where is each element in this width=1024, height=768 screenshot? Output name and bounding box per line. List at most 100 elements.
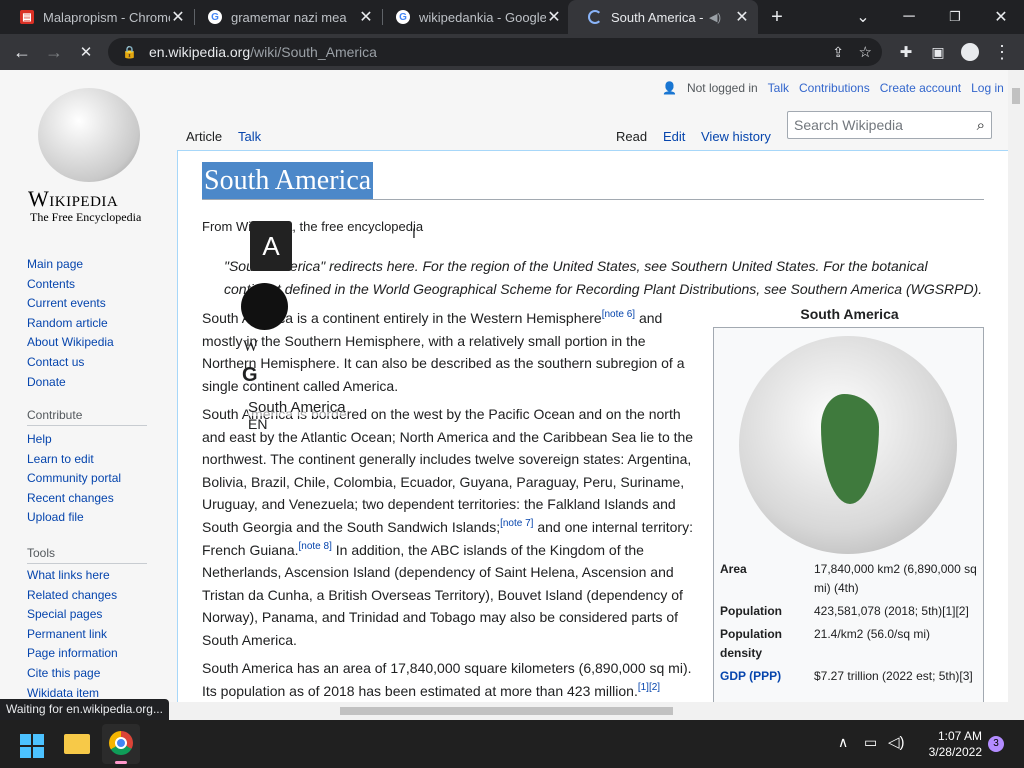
google-g-icon[interactable]: G [242,364,258,387]
share-icon[interactable]: ⇪ [832,44,844,61]
infobox-value: $7.27 trillion (2022 est; 5th)[3] [814,669,973,683]
sidebar-link[interactable]: Current events [27,294,114,314]
create-account-link[interactable]: Create account [880,81,961,95]
volume-icon[interactable]: ◁) [888,733,905,751]
forward-icon[interactable]: → [40,38,68,66]
chrome-taskbar-button[interactable] [102,724,140,764]
tab-article[interactable]: Article [186,129,222,144]
sidebar-link[interactable]: Related changes [27,586,118,606]
speaker-icon[interactable]: ◀) [704,11,726,24]
wikipedia-w-icon[interactable]: W [243,338,258,356]
logo-wordmark: Wikipedia [28,186,119,211]
chevron-up-icon[interactable]: ∧ [838,734,848,751]
sidebar-link[interactable]: About Wikipedia [27,333,114,353]
tab-south-america[interactable]: South America - W ◀) ✕ [568,0,758,34]
scroll-thumb[interactable] [1012,88,1020,104]
sidebar-link[interactable]: Recent changes [27,489,121,509]
tab-view-history[interactable]: View history [701,129,771,144]
tab-title: gramemar nazi mea [231,9,347,25]
divider [27,425,147,426]
log-in-link[interactable]: Log in [971,81,1004,95]
search-input[interactable]: Search Wikipedia ⌕ [787,111,992,139]
pdf-icon: ▤ [20,10,34,24]
notification-badge[interactable]: 3 [988,736,1004,752]
wikipedia-globe-logo[interactable] [38,88,140,182]
tab-talk[interactable]: Talk [238,129,261,144]
sidebar-link[interactable]: Cite this page [27,664,118,684]
infobox-title: South America [800,306,899,322]
tab-malapropism[interactable]: ▤ Malapropism - Chrome ✕ [0,0,194,34]
sidebar-link[interactable]: Contact us [27,353,114,373]
dictionary-extension-icon[interactable]: A [250,221,292,271]
sidebar-link[interactable]: Community portal [27,469,121,489]
close-icon[interactable]: ✕ [546,7,562,27]
address-bar[interactable]: 🔒 en.wikipedia.org/wiki/South_America ⇪ … [108,38,882,66]
windows-start-icon[interactable] [20,734,44,758]
text-cursor-icon: I [412,225,416,241]
infobox: South America Area 17,840,000 km2 (6,890… [713,306,984,702]
close-icon[interactable]: ✕ [734,7,750,27]
network-icon[interactable]: ▭ [864,734,877,751]
infobox-label: Population [720,604,782,618]
file-explorer-icon[interactable] [64,734,90,754]
sidebar-link[interactable]: Page information [27,644,118,664]
tab-gramemar[interactable]: G gramemar nazi mea ✕ [188,0,382,34]
back-icon[interactable]: ← [8,38,36,66]
page-title: South America [202,162,374,200]
search-icon[interactable]: ⌕ [977,117,985,134]
loading-icon [588,10,602,24]
selected-text-label: South America [248,399,346,416]
title-divider [202,199,984,200]
sidebar-link[interactable]: What links here [27,566,118,586]
globe-map-image[interactable] [739,336,957,554]
minimize-button[interactable]: ─ [886,0,932,34]
divider [27,563,147,564]
search-placeholder: Search Wikipedia [794,117,903,133]
close-icon[interactable]: ✕ [358,7,374,27]
clock[interactable]: 1:07 AM 3/28/2022 [916,728,982,760]
tab-wikipedankia[interactable]: G wikipedankia - Google ✕ [376,0,570,34]
sidebar-link[interactable]: Contents [27,275,114,295]
paragraph-3: South America has an area of 17,840,000 … [202,660,692,699]
infobox-label: Population density [720,627,782,660]
profile-icon[interactable] [956,38,984,66]
sidebar-navigation: Main page Contents Current events Random… [27,255,114,392]
tagline: From Wikipedia, the free encyclopedia [202,219,424,234]
tab-edit[interactable]: Edit [663,129,685,144]
sidebar-link[interactable]: Upload file [27,508,121,528]
close-icon[interactable]: ✕ [170,7,186,27]
talk-link[interactable]: Talk [768,81,789,95]
infobox-label[interactable]: GDP (PPP) [720,667,781,686]
side-panel-icon[interactable]: ▣ [924,38,952,66]
sidebar-link[interactable]: Donate [27,373,114,393]
date-text: 3/28/2022 [928,745,982,759]
sidebar-link[interactable]: Learn to edit [27,450,121,470]
bookmark-star-icon[interactable]: ☆ [859,43,872,61]
article-content: Article Talk Read Edit View history Sear… [177,111,1008,702]
menu-icon[interactable]: ⋮ [988,38,1016,66]
sidebar-contribute: Help Learn to edit Community portal Rece… [27,430,121,528]
hatnote: "South America" redirects here. For the … [224,258,983,297]
close-window-button[interactable]: ✕ [978,0,1024,34]
tab-title: Malapropism - Chrome [43,9,170,25]
scroll-thumb[interactable] [340,707,673,715]
sidebar-link[interactable]: Special pages [27,605,118,625]
extensions-icon[interactable]: ✚ [892,38,920,66]
stop-loading-icon[interactable]: ✕ [72,38,100,66]
sidebar-link[interactable]: Permanent link [27,625,118,645]
sidebar-link[interactable]: Main page [27,255,114,275]
sidebar-link[interactable]: Random article [27,314,114,334]
infobox-label: Area [720,562,747,576]
restore-button[interactable]: ❐ [932,0,978,34]
user-icon: 👤 [662,81,677,95]
active-indicator [115,761,127,764]
lock-icon: 🔒 [122,45,137,59]
sidebar-link[interactable]: Help [27,430,121,450]
sidebar-heading-tools: Tools [27,546,56,560]
duckduckgo-icon[interactable] [241,283,288,330]
tab-search-icon[interactable]: ⌄ [840,0,886,34]
vertical-scrollbar[interactable] [1008,70,1024,702]
new-tab-button[interactable]: + [754,0,800,34]
contributions-link[interactable]: Contributions [799,81,870,95]
tab-read[interactable]: Read [616,129,647,144]
